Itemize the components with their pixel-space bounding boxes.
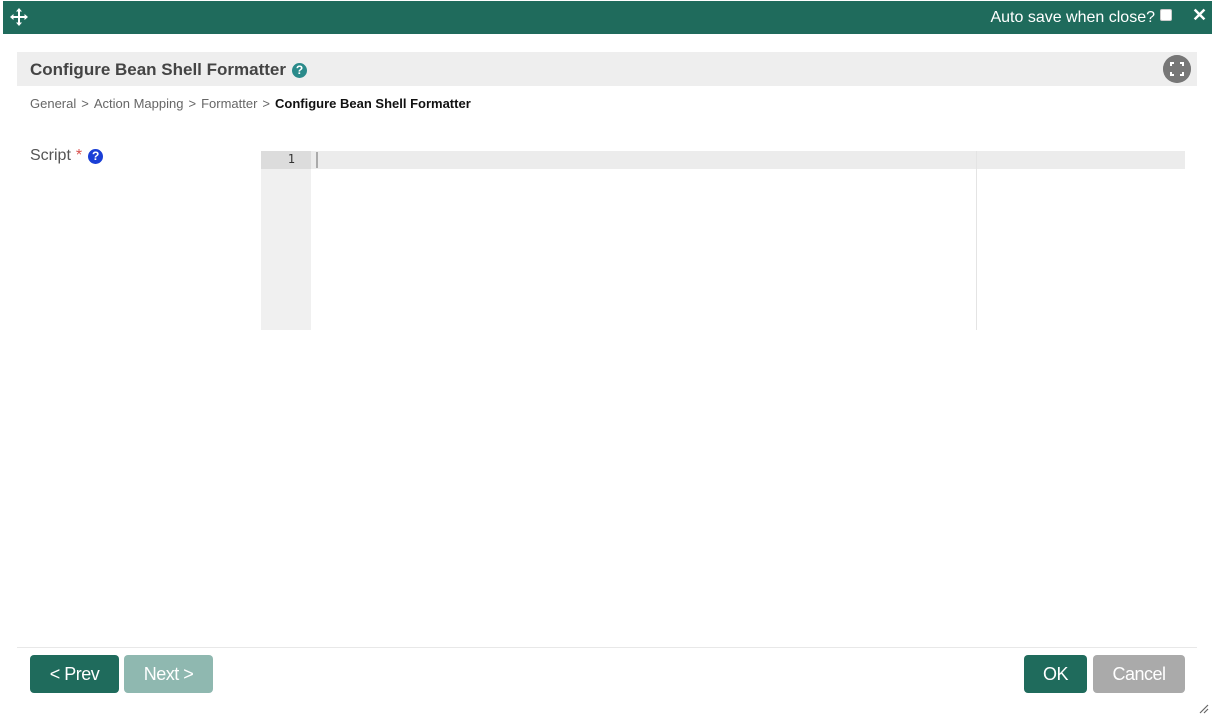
page-title-text: Configure Bean Shell Formatter [30,60,286,79]
editor-line-number: 1 [287,152,295,166]
dialog: Auto save when close? ✕ Configure Bean S… [0,0,1212,717]
breadcrumb-item-action-mapping[interactable]: Action Mapping [94,96,184,111]
autosave-label: Auto save when close? [990,9,1155,26]
dialog-titlebar[interactable]: Auto save when close? ✕ [3,1,1212,34]
prev-button[interactable]: < Prev [30,655,119,693]
script-label: Script [30,147,71,164]
page-header: Configure Bean Shell Formatter ? [17,52,1197,86]
next-button[interactable]: Next > [124,655,213,693]
breadcrumb-separator: > [262,96,270,111]
cancel-button[interactable]: Cancel [1093,655,1185,693]
autosave-checkbox[interactable] [1160,9,1172,21]
footer-divider [17,647,1197,648]
breadcrumb-separator: > [81,96,89,111]
required-mark: * [75,147,83,164]
autosave-option[interactable]: Auto save when close? [990,9,1172,27]
breadcrumb-item-formatter[interactable]: Formatter [201,96,257,111]
close-icon[interactable]: ✕ [1192,6,1207,24]
script-field-label: Script * ? [30,147,104,165]
editor-print-margin [976,151,977,330]
title-help-icon[interactable]: ? [291,62,307,78]
breadcrumb: General > Action Mapping > Formatter > Configu… [30,96,471,111]
maximize-icon[interactable] [1163,55,1191,83]
move-icon[interactable] [10,8,28,26]
editor-cursor [316,152,318,168]
editor-active-line [261,151,1185,169]
script-editor[interactable]: 1 [261,151,1185,330]
resize-grip-icon[interactable] [1197,702,1209,714]
ok-button[interactable]: OK [1024,655,1087,693]
breadcrumb-separator: > [188,96,197,111]
page-title: Configure Bean Shell Formatter ? [30,60,307,80]
script-help-icon[interactable]: ? [88,148,104,164]
breadcrumb-current: Configure Bean Shell Formatter [275,96,471,111]
breadcrumb-item-general[interactable]: General [30,96,76,111]
editor-gutter [261,151,311,330]
